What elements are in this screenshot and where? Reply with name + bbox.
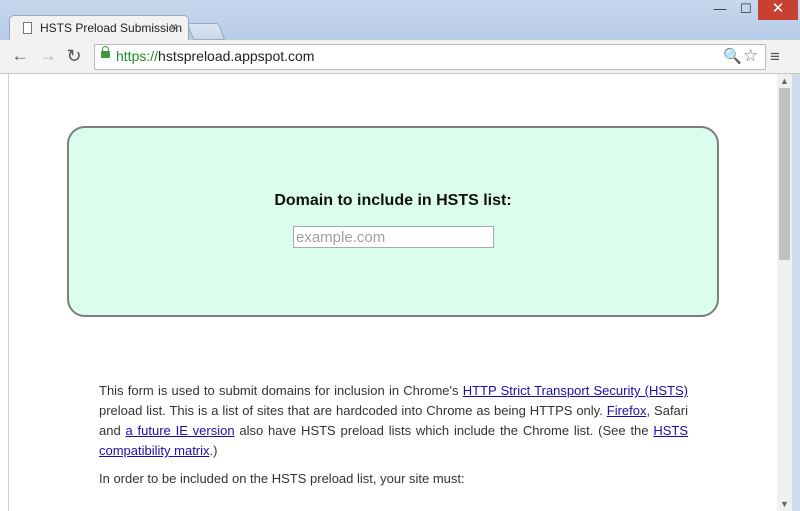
intro-text-2: preload list. This is a list of sites th… [99, 403, 607, 418]
url-text[interactable]: https://hstspreload.appspot.com [116, 48, 314, 64]
lock-icon[interactable] [101, 46, 110, 58]
address-bar[interactable]: https://hstspreload.appspot.com 🔍 ☆ [94, 44, 766, 70]
browser-toolbar: ← → ↻ https://hstspreload.appspot.com 🔍 … [0, 40, 800, 74]
intro-text-4: also have HSTS preload lists which inclu… [234, 423, 654, 438]
forward-arrow-icon[interactable]: → [38, 46, 58, 66]
star-icon[interactable]: ☆ [743, 46, 758, 66]
intro-text-5: .) [209, 443, 218, 458]
chrome-menu-icon[interactable]: ≡ [770, 47, 780, 67]
scroll-up-arrow-icon[interactable]: ▲ [780, 76, 789, 86]
page-content: Domain to include in HSTS list: This for… [8, 74, 778, 511]
browser-tab[interactable]: HSTS Preload Submission × [9, 15, 189, 41]
hsts-link[interactable]: HTTP Strict Transport Security (HSTS) [463, 383, 688, 398]
firefox-link[interactable]: Firefox [607, 403, 647, 418]
intro-paragraph: This form is used to submit domains for … [99, 381, 688, 461]
intro-text-1: This form is used to submit domains for … [99, 383, 463, 398]
minimize-button[interactable]: — [708, 0, 732, 20]
requirements-intro: In order to be included on the HSTS prel… [99, 471, 465, 486]
title-bar: HSTS Preload Submission × — ☐ ✕ [0, 0, 800, 41]
tab-close-icon[interactable]: × [170, 19, 178, 34]
page-icon [23, 22, 32, 34]
url-host: hstspreload.appspot.com [158, 48, 315, 64]
maximize-button[interactable]: ☐ [734, 0, 758, 20]
tab-title: HSTS Preload Submission [40, 21, 183, 35]
back-arrow-icon[interactable]: ← [10, 46, 30, 66]
magnifier-icon[interactable]: 🔍 [723, 47, 742, 65]
submission-form: Domain to include in HSTS list: [67, 126, 719, 317]
ie-link[interactable]: a future IE version [126, 423, 235, 438]
domain-input[interactable] [293, 226, 494, 248]
url-scheme: https:// [116, 48, 159, 64]
scroll-down-arrow-icon[interactable]: ▼ [780, 499, 789, 509]
scroll-thumb[interactable] [779, 88, 790, 260]
domain-label: Domain to include in HSTS list: [274, 192, 512, 209]
close-window-button[interactable]: ✕ [758, 0, 798, 20]
reload-icon[interactable]: ↻ [64, 46, 84, 66]
window-border [792, 74, 800, 511]
new-tab-button[interactable] [186, 23, 226, 40]
vertical-scrollbar[interactable]: ▲ ▼ [777, 74, 792, 511]
